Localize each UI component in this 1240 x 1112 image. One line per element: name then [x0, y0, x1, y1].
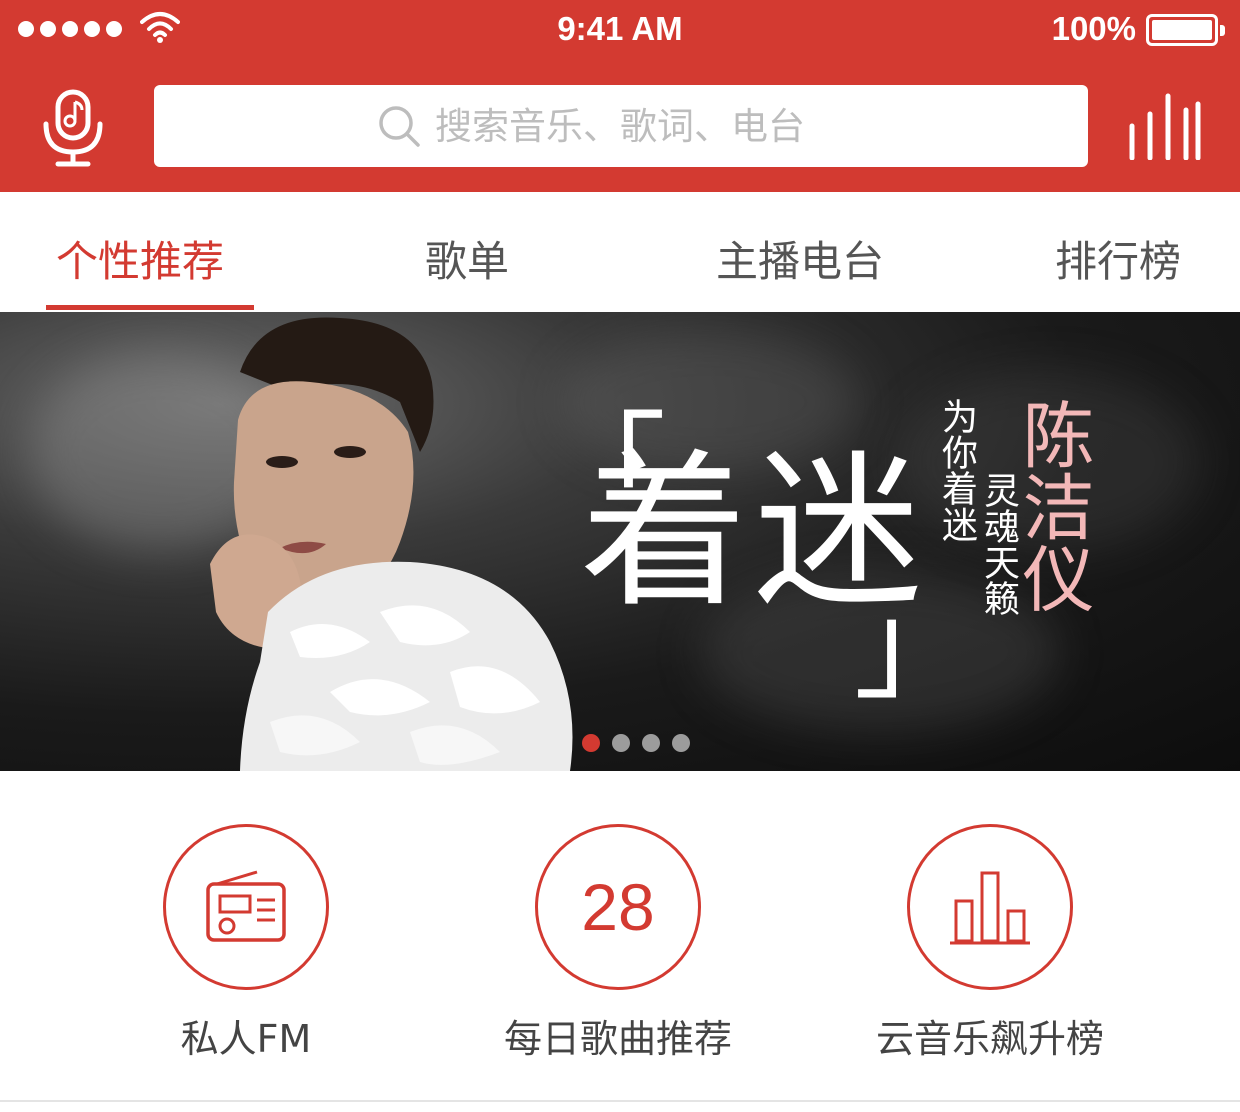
banner-artist: 陈洁仪 — [1010, 398, 1094, 614]
daily-recommend-label: 每日歌曲推荐 — [503, 1017, 732, 1061]
carousel-dot[interactable] — [642, 734, 660, 752]
promo-banner[interactable]: 「 着迷 」 为你着迷 灵魂天籁 陈洁仪 — [0, 312, 1240, 771]
search-input[interactable] — [435, 104, 865, 148]
carousel-pagination — [582, 734, 690, 752]
banner-close-bracket: 」 — [854, 577, 974, 716]
daily-recommend-button[interactable]: 28 每日歌曲推荐 — [488, 824, 748, 1063]
daily-recommend-circle: 28 — [535, 824, 701, 990]
search-box[interactable] — [154, 85, 1088, 167]
tab-playlists[interactable]: 歌单 — [425, 228, 509, 289]
personal-fm-label: 私人FM — [180, 1017, 312, 1061]
banner-tagline-1: 为你着迷 — [936, 398, 977, 542]
search-icon — [379, 106, 420, 147]
tab-recommend[interactable]: 个性推荐 — [56, 228, 224, 289]
tab-bar: 个性推荐 歌单 主播电台 排行榜 — [0, 192, 1240, 312]
equalizer-icon[interactable] — [1126, 92, 1202, 160]
tab-radio[interactable]: 主播电台 — [716, 228, 884, 289]
app-header: 9:41 AM 100% — [0, 0, 1240, 192]
section-divider — [0, 1100, 1240, 1102]
soaring-chart-circle — [907, 824, 1073, 990]
radio-icon — [206, 870, 286, 942]
bar-chart-icon — [950, 871, 1030, 945]
battery-percentage: 100% — [1051, 10, 1136, 47]
soaring-chart-button[interactable]: 云音乐飙升榜 — [860, 824, 1120, 1063]
active-tab-indicator — [46, 305, 254, 310]
mic-icon[interactable] — [38, 88, 108, 168]
carousel-dot[interactable] — [582, 734, 600, 752]
soaring-chart-label: 云音乐飙升榜 — [875, 1017, 1104, 1061]
personal-fm-circle — [163, 824, 329, 990]
battery-icon — [1146, 14, 1225, 46]
status-bar: 9:41 AM 100% — [0, 0, 1240, 62]
carousel-dot[interactable] — [612, 734, 630, 752]
calendar-day-number: 28 — [581, 870, 655, 944]
personal-fm-button[interactable]: 私人FM — [116, 824, 376, 1063]
carousel-dot[interactable] — [672, 734, 690, 752]
tab-charts[interactable]: 排行榜 — [1055, 228, 1181, 289]
